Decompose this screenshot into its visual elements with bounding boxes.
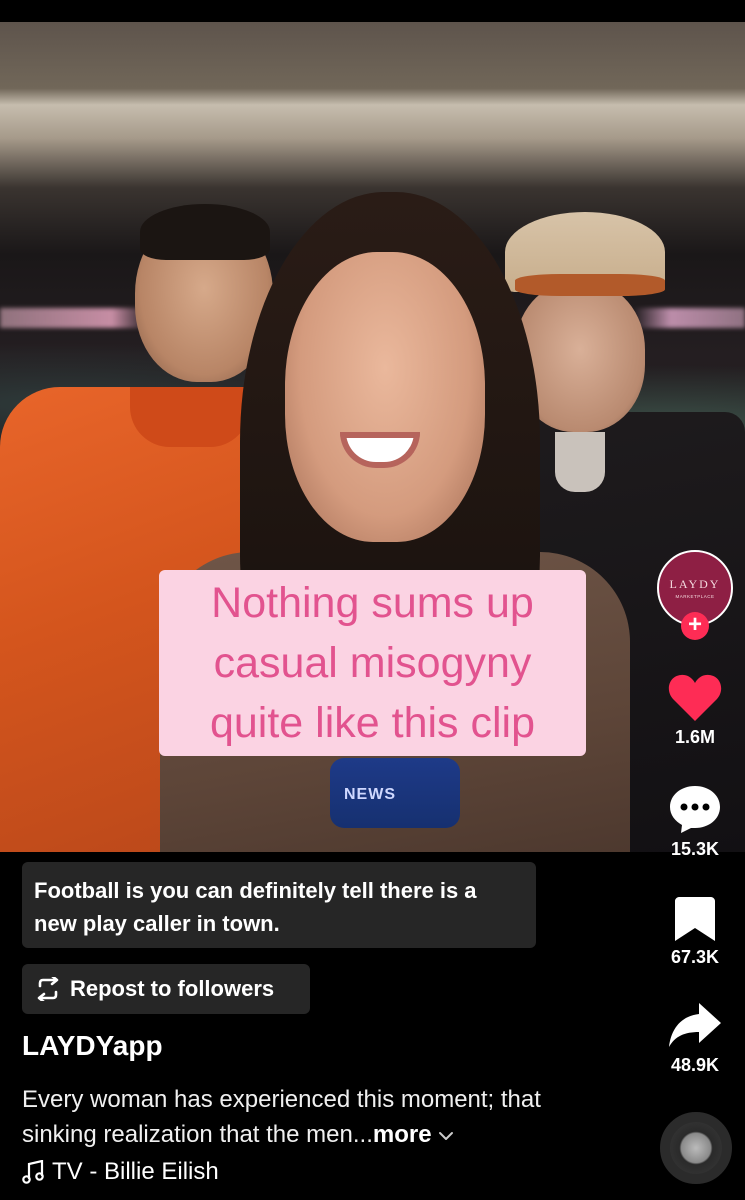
description-text: Every woman has experienced this moment;…	[22, 1086, 541, 1148]
sound-link[interactable]: TV - Billie Eilish	[22, 1158, 219, 1186]
comment-button[interactable]: 15.3K	[645, 783, 745, 860]
heart-icon	[668, 674, 722, 721]
creator-username[interactable]: LAYDYapp	[22, 1030, 163, 1062]
comment-icon	[670, 786, 720, 833]
post-caption: Football is you can definitely tell ther…	[22, 862, 536, 948]
video-text-overlay: Nothing sums up casual misogyny quite li…	[159, 570, 586, 756]
avatar-brand: LAYDY	[669, 577, 721, 591]
follow-button[interactable]: +	[681, 612, 709, 640]
repost-button[interactable]: Repost to followers	[22, 964, 310, 1014]
avatar-sub: MARKETPLACE	[675, 594, 715, 599]
like-count: 1.6M	[674, 727, 716, 747]
comment-count: 15.3K	[670, 839, 720, 859]
bookmark-icon	[675, 897, 715, 941]
save-count: 67.3K	[670, 947, 720, 967]
music-disc-icon[interactable]	[660, 1112, 732, 1184]
share-arrow-icon	[669, 1003, 721, 1047]
chevron-down-icon	[439, 1131, 454, 1140]
overlay-text: Nothing sums up casual misogyny quite li…	[209, 579, 536, 747]
like-button[interactable]: 1.6M	[645, 673, 745, 748]
mic-label: NEWS	[344, 786, 396, 803]
post-description[interactable]: Every woman has experienced this moment;…	[22, 1082, 622, 1152]
news-microphone: NEWS	[330, 758, 460, 828]
repost-icon	[37, 977, 59, 1001]
share-count: 48.9K	[670, 1055, 720, 1075]
more-link[interactable]: more	[373, 1121, 432, 1148]
sound-title: TV - Billie Eilish	[52, 1158, 219, 1185]
save-button[interactable]: 67.3K	[645, 895, 745, 968]
share-button[interactable]: 48.9K	[645, 1001, 745, 1076]
repost-label: Repost to followers	[70, 976, 275, 1001]
music-note-icon	[22, 1160, 44, 1184]
action-rail: LAYDY MARKETPLACE + 1.6M 15.3K 67.3K 48.…	[645, 545, 745, 1200]
